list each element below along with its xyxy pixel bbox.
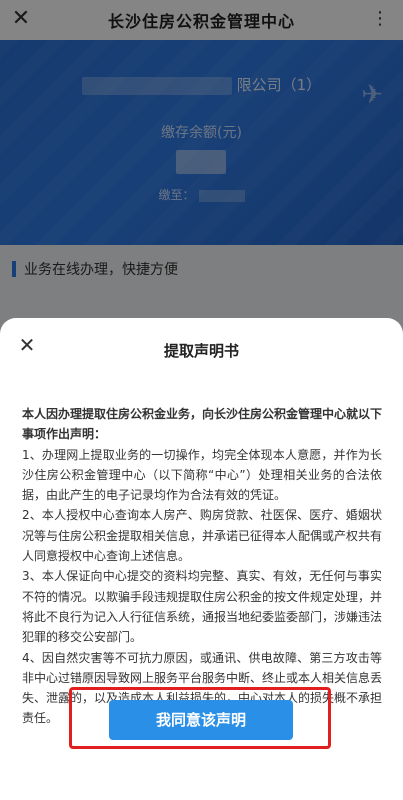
- declaration-item: 3、本人保证向中心提交的资料均完整、真实、有效，无任何与事实不符的情况。以欺骗手…: [22, 569, 383, 645]
- declaration-intro: 本人因办理提取住房公积金业务，向长沙住房公积金管理中心就以下事项作出声明：: [22, 407, 383, 442]
- agree-button[interactable]: 我同意该声明: [109, 700, 293, 740]
- declaration-text: 本人因办理提取住房公积金业务，向长沙住房公积金管理中心就以下事项作出声明： 1、…: [22, 404, 382, 729]
- declaration-item: 2、本人授权中心查询本人房产、购房贷款、社医保、医疗、婚姻状况等与住房公积金提取…: [22, 508, 383, 564]
- dialog-title: 提取声明书: [163, 342, 239, 360]
- declaration-item: 1、办理网上提取业务的一切操作，均完全体现本人意愿，并作为长沙住房公积金管理中心…: [22, 447, 382, 503]
